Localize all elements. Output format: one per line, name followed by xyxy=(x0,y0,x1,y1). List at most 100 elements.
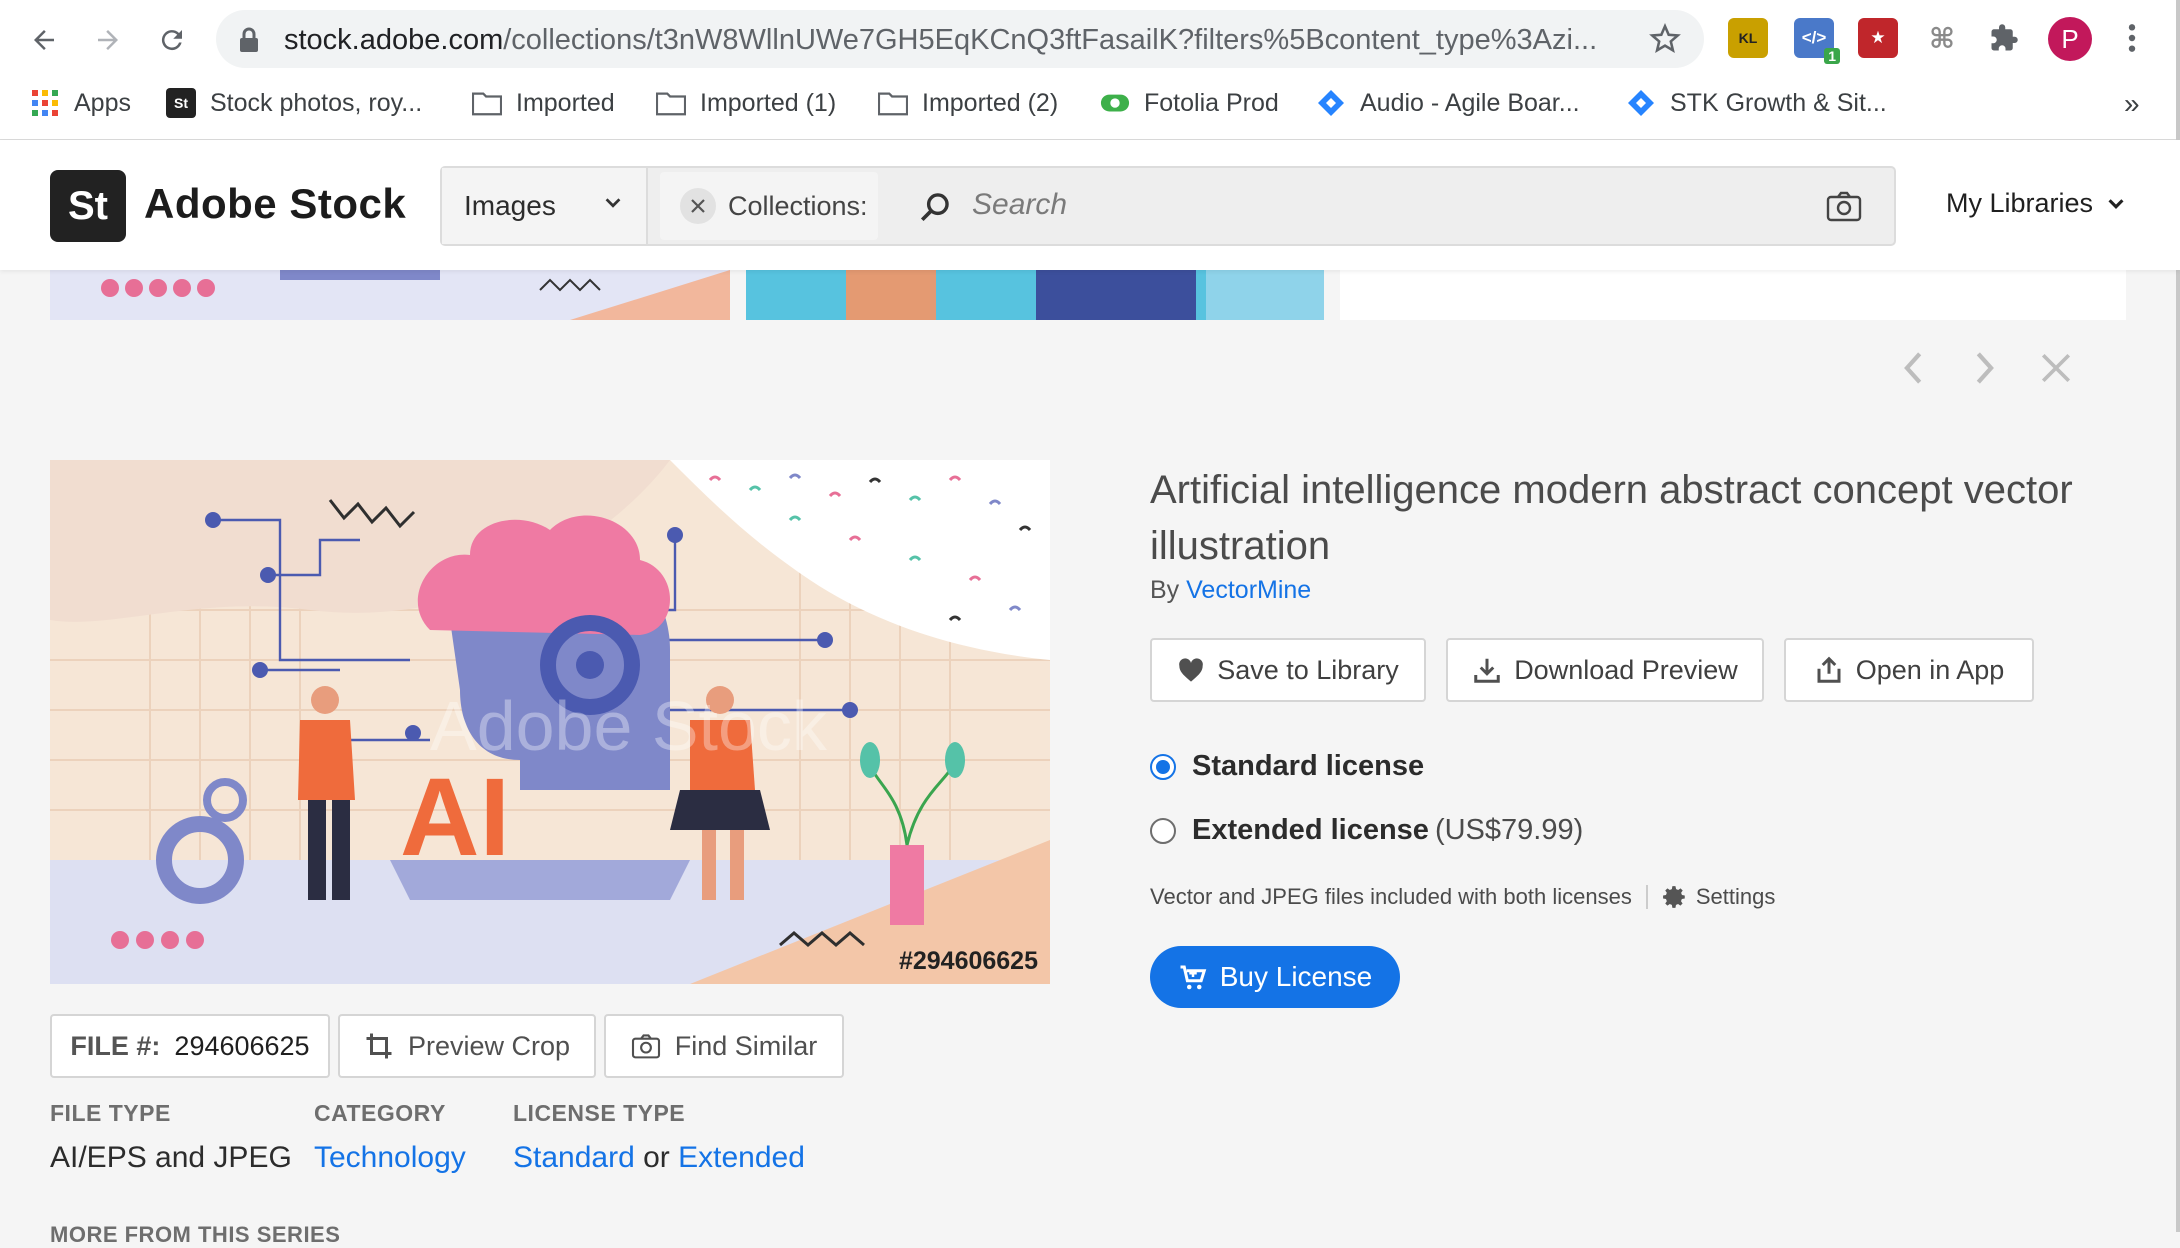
more-from-series-heading: MORE FROM THIS SERIES xyxy=(50,1222,341,1247)
search-input[interactable] xyxy=(972,180,1732,230)
my-libraries-menu[interactable]: My Libraries xyxy=(1946,188,2127,219)
profile-avatar[interactable]: P xyxy=(2048,17,2092,61)
license-type-section: LICENSE TYPE Standard or Extended xyxy=(513,1100,805,1175)
open-in-app-button[interactable]: Open in App xyxy=(1784,638,2034,702)
file-type-heading: FILE TYPE xyxy=(50,1100,171,1126)
reload-button[interactable] xyxy=(148,16,196,64)
visual-search-camera-icon[interactable] xyxy=(1826,190,1862,222)
browser-toolbar: stock.adobe.com/collections/t3nW8WllnUWe… xyxy=(0,0,2180,140)
open-label: Open in App xyxy=(1855,654,2005,685)
collections-chip-label: Collections: xyxy=(728,191,868,221)
cart-icon xyxy=(1180,965,1207,990)
bookmark-stock-photos[interactable]: St Stock photos, roy... xyxy=(166,88,422,118)
file-number-value: 294606625 xyxy=(174,1030,310,1061)
my-libraries-label: My Libraries xyxy=(1946,188,2094,218)
bookmark-imported-2[interactable]: Imported (2) xyxy=(878,88,1058,118)
asset-preview-image[interactable]: AI Adobe Stock #294606625 xyxy=(50,460,1050,984)
standard-license-option[interactable]: Standard license xyxy=(1150,750,1424,783)
extension-red-icon[interactable]: ★ xyxy=(1858,18,1898,58)
bookmark-label: Imported (2) xyxy=(922,88,1059,117)
file-number-label: FILE #: xyxy=(70,1030,161,1061)
asset-title: Artificial intelligence modern abstract … xyxy=(1150,468,2073,568)
extended-license-radio[interactable] xyxy=(1150,817,1176,844)
find-similar-label: Find Similar xyxy=(674,1030,818,1061)
author-link[interactable]: VectorMine xyxy=(1186,576,1311,604)
category-link[interactable]: Technology xyxy=(314,1141,466,1174)
thumbnail-card xyxy=(1340,270,2126,320)
folder-icon xyxy=(656,88,686,118)
find-similar-button[interactable]: Find Similar xyxy=(604,1014,844,1078)
save-to-library-button[interactable]: Save to Library xyxy=(1150,638,1426,702)
bookmark-imported[interactable]: Imported xyxy=(472,88,615,118)
license-type-heading: LICENSE TYPE xyxy=(513,1100,686,1126)
bookmarks-overflow-button[interactable]: » xyxy=(2124,88,2140,120)
extensions-puzzle-icon[interactable] xyxy=(1984,18,2024,58)
extension-kl-icon[interactable]: KL xyxy=(1728,18,1768,58)
bookmark-stk-growth[interactable]: STK Growth & Sit... xyxy=(1626,88,1887,118)
download-icon xyxy=(1474,658,1500,683)
thumbnail-image[interactable] xyxy=(746,270,1324,320)
adobe-stock-icon: St xyxy=(166,88,196,118)
jira-icon xyxy=(1316,88,1346,118)
asset-byline: By VectorMine xyxy=(1150,576,1311,605)
bookmark-label: Imported (1) xyxy=(700,88,837,117)
next-asset-button[interactable] xyxy=(1962,346,2006,390)
thumbnail-art xyxy=(50,270,730,320)
gear-icon xyxy=(1662,886,1685,908)
camera-icon xyxy=(631,1034,660,1059)
address-bar[interactable]: stock.adobe.com/collections/t3nW8WllnUWe… xyxy=(216,10,1704,68)
bookmark-label: STK Growth & Sit... xyxy=(1670,88,1887,117)
bookmark-apps[interactable]: Apps xyxy=(30,88,131,118)
extended-license-option[interactable]: Extended license (US$79.99) xyxy=(1150,814,1583,847)
forward-button[interactable] xyxy=(84,16,132,64)
chevron-down-icon xyxy=(2108,198,2124,209)
buy-license-label: Buy License xyxy=(1219,961,1373,992)
extension-badge: 1 xyxy=(1824,48,1840,64)
jira-icon xyxy=(1626,88,1656,118)
bookmark-label: Stock photos, roy... xyxy=(210,88,423,117)
category-heading: CATEGORY xyxy=(314,1100,446,1126)
standard-license-label: Standard license xyxy=(1192,750,1425,782)
heart-icon xyxy=(1179,658,1204,682)
bookmark-label: Imported xyxy=(516,88,615,117)
stock-header: St Adobe Stock Images Collections: My Li… xyxy=(0,140,2180,270)
extension-code-icon[interactable]: </> 1 xyxy=(1794,18,1840,64)
close-detail-button[interactable] xyxy=(2034,346,2078,390)
extension-command-icon[interactable]: ⌘ xyxy=(1922,18,1962,58)
settings-label: Settings xyxy=(1695,884,1776,909)
fotolia-icon xyxy=(1100,88,1130,118)
adobe-stock-wordmark[interactable]: Adobe Stock xyxy=(144,180,406,228)
bookmark-star-icon[interactable] xyxy=(1648,22,1682,56)
search-bar: Images Collections: xyxy=(440,166,1896,246)
crop-icon xyxy=(366,1033,392,1059)
back-arrow-icon xyxy=(34,30,54,50)
included-files-text: Vector and JPEG files included with both… xyxy=(1150,884,1632,909)
content-type-label: Images xyxy=(464,190,556,221)
bookmark-fotolia-prod[interactable]: Fotolia Prod xyxy=(1100,88,1279,118)
extended-license-link[interactable]: Extended xyxy=(678,1141,805,1174)
previous-asset-button[interactable] xyxy=(1892,346,1936,390)
standard-license-radio[interactable] xyxy=(1150,753,1176,780)
back-button[interactable] xyxy=(20,16,68,64)
settings-link[interactable]: Settings xyxy=(1662,884,1776,910)
buy-license-button[interactable]: Buy License xyxy=(1150,946,1400,1008)
thumbnail-image[interactable] xyxy=(50,270,730,320)
bookmark-label: Fotolia Prod xyxy=(1144,88,1279,117)
bookmark-audio-agile[interactable]: Audio - Agile Boar... xyxy=(1316,88,1580,118)
file-number-box: FILE #: 294606625 xyxy=(50,1014,330,1078)
adobe-stock-logo[interactable]: St xyxy=(50,170,126,242)
collections-filter-chip[interactable]: Collections: xyxy=(660,172,878,240)
remove-filter-close-icon[interactable] xyxy=(680,188,716,224)
folder-icon xyxy=(472,88,502,118)
chrome-menu-icon[interactable] xyxy=(2112,18,2152,58)
image-file-id: #294606625 xyxy=(898,947,1038,975)
standard-license-link[interactable]: Standard xyxy=(513,1141,635,1174)
forward-arrow-icon xyxy=(98,30,118,50)
preview-crop-button[interactable]: Preview Crop xyxy=(338,1014,596,1078)
file-type-section: FILE TYPE AI/EPS and JPEG xyxy=(50,1100,292,1175)
download-preview-button[interactable]: Download Preview xyxy=(1446,638,1764,702)
license-or-text: or xyxy=(643,1141,670,1174)
content-type-dropdown[interactable]: Images xyxy=(442,168,648,244)
file-type-value: AI/EPS and JPEG xyxy=(50,1141,292,1174)
bookmark-imported-1[interactable]: Imported (1) xyxy=(656,88,836,118)
